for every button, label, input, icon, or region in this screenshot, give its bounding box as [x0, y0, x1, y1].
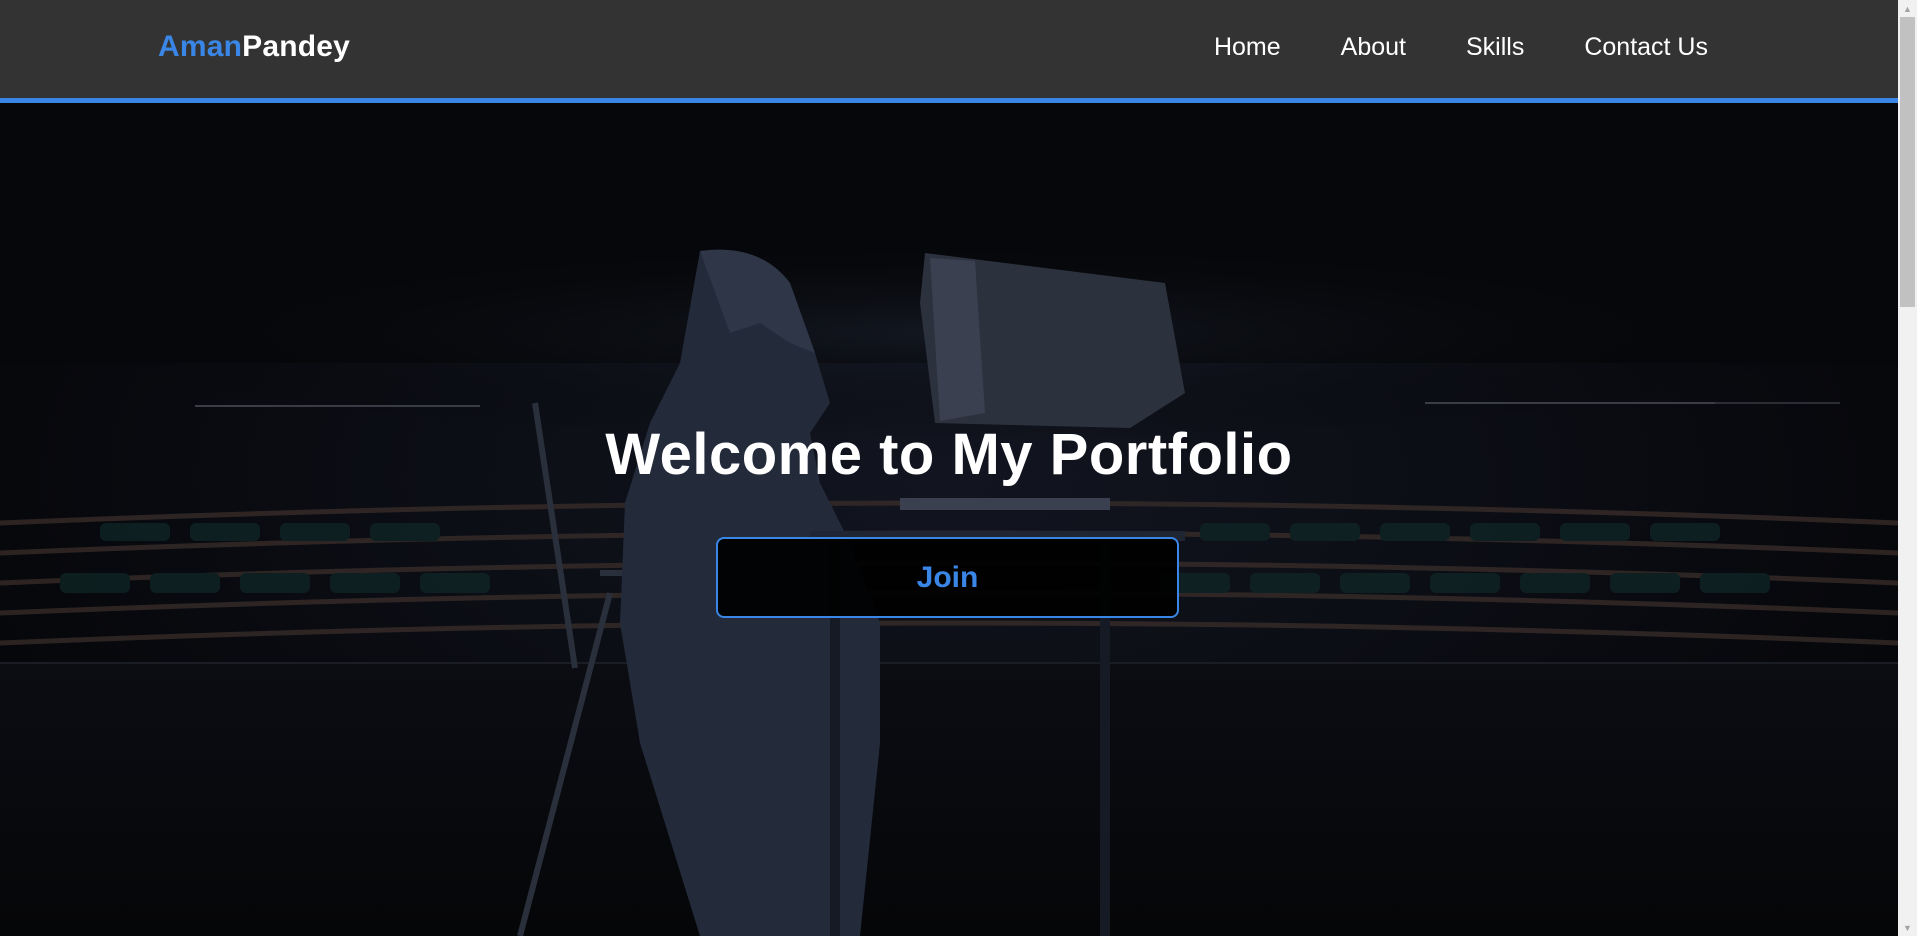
nav-link-about[interactable]: About [1341, 33, 1406, 62]
hero-title: Welcome to My Portfolio [605, 422, 1293, 487]
logo-first-name: Aman [158, 30, 243, 63]
nav-link-skills[interactable]: Skills [1466, 33, 1524, 62]
scroll-thumb[interactable] [1900, 17, 1915, 307]
navbar: AmanPandey Home About Skills Contact Us [0, 0, 1898, 103]
scroll-up-icon[interactable]: ▲ [1898, 0, 1917, 17]
hero-section: Welcome to My Portfolio Join [0, 103, 1898, 936]
nav-links: Home About Skills Contact Us [1154, 33, 1708, 62]
logo-last-name: Pandey [242, 30, 351, 63]
join-button[interactable]: Join [716, 537, 1179, 618]
nav-link-home[interactable]: Home [1214, 33, 1281, 62]
nav-link-contact-us[interactable]: Contact Us [1584, 33, 1708, 62]
page: AmanPandey Home About Skills Contact Us [0, 0, 1917, 936]
scroll-down-icon[interactable]: ▼ [1898, 919, 1917, 936]
logo[interactable]: AmanPandey [158, 30, 350, 64]
scrollbar[interactable]: ▲ ▼ [1898, 0, 1917, 936]
hero-background-image [0, 103, 1898, 936]
